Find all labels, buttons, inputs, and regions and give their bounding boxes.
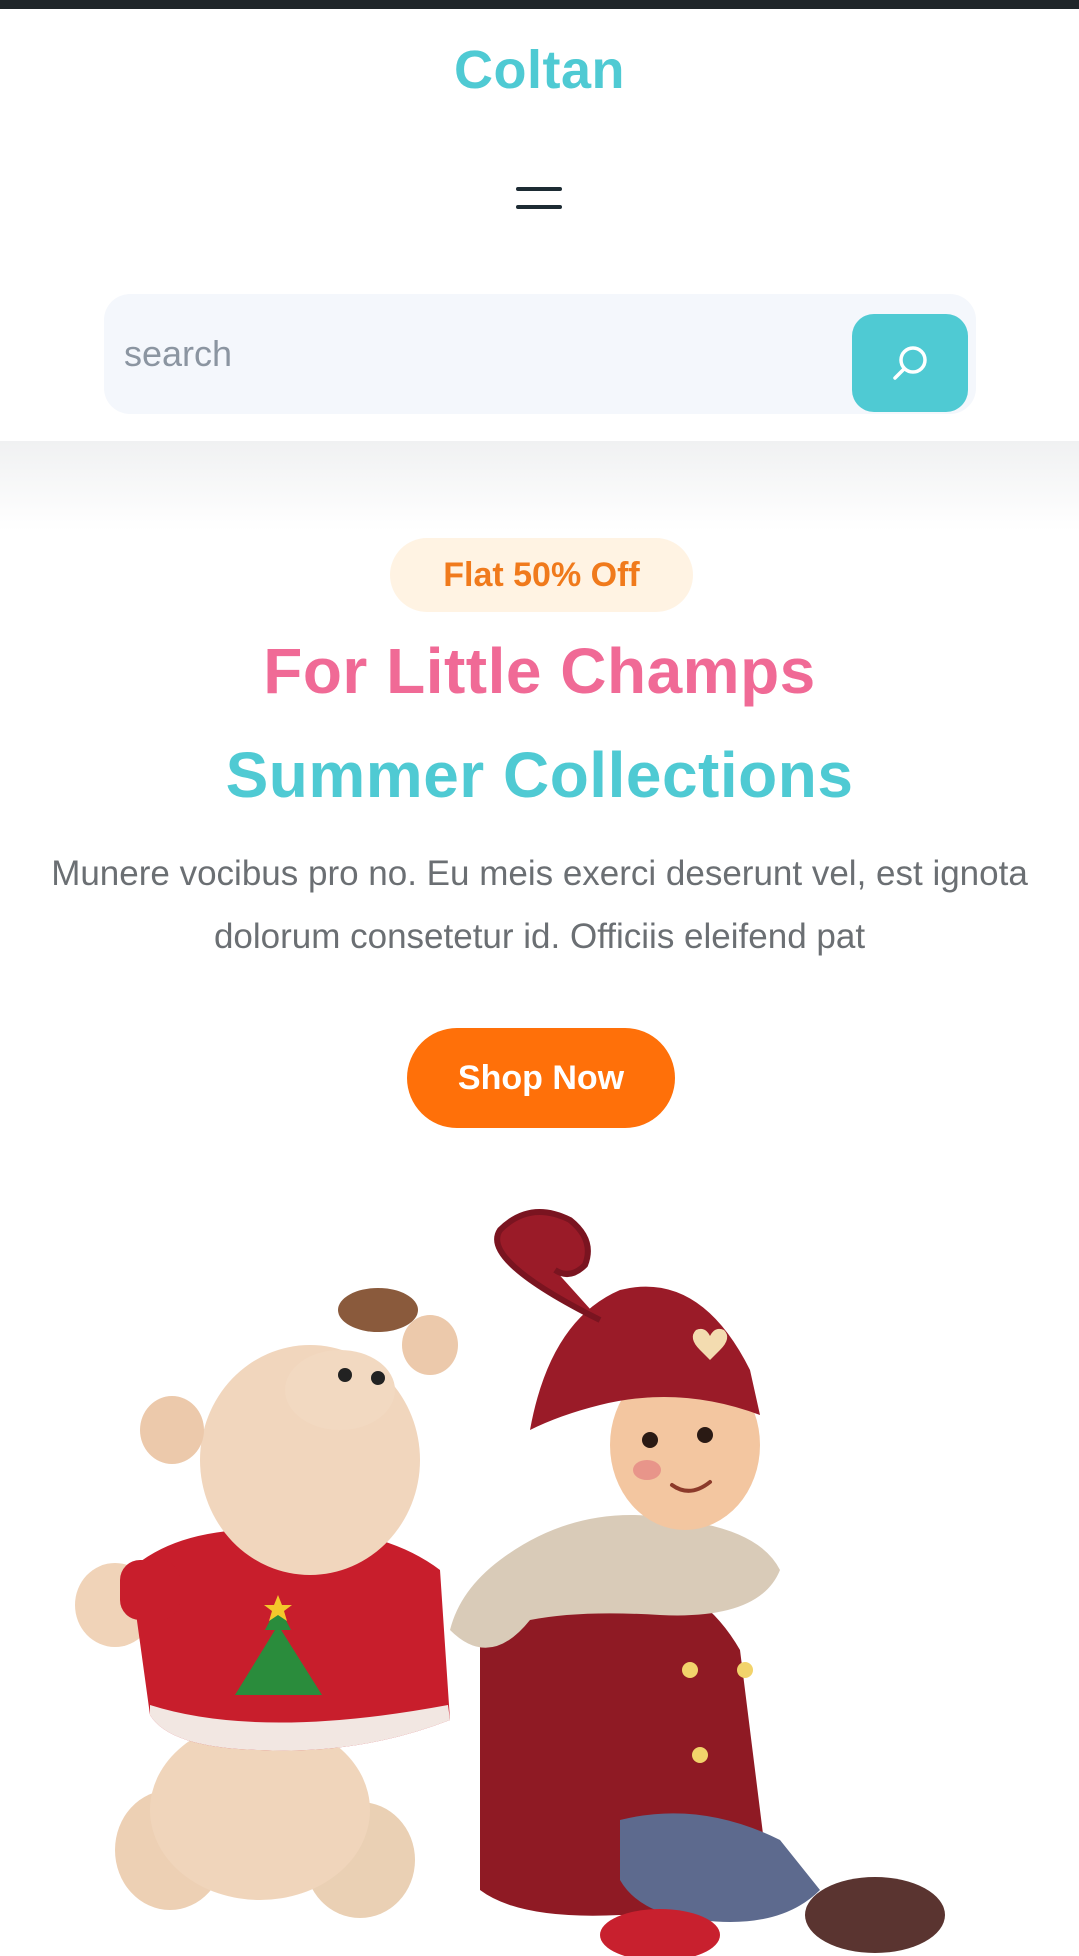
menu-bar (516, 187, 562, 191)
shop-now-button[interactable]: Shop Now (407, 1028, 675, 1128)
brand-logo[interactable]: Coltan (0, 39, 1079, 101)
gnome-figurine (450, 1209, 945, 1956)
hamburger-menu-icon[interactable] (514, 177, 566, 217)
search-icon (893, 346, 927, 380)
hippo-plush (75, 1288, 458, 1918)
site-header: Coltan (0, 9, 1079, 441)
menu-bar (516, 205, 562, 209)
search-input[interactable] (124, 320, 844, 388)
hero-headline-primary: For Little Champs (263, 635, 816, 707)
top-status-strip (0, 0, 1079, 9)
hero-product-image (75, 1209, 945, 1956)
hero-headline-secondary: Summer Collections (225, 739, 854, 811)
discount-badge: Flat 50% Off (390, 538, 693, 612)
search-button[interactable] (852, 314, 968, 412)
hero-description: Munere vocibus pro no. Eu meis exerci de… (51, 854, 1028, 956)
search-bar (104, 294, 976, 414)
header-shadow (0, 441, 1079, 531)
